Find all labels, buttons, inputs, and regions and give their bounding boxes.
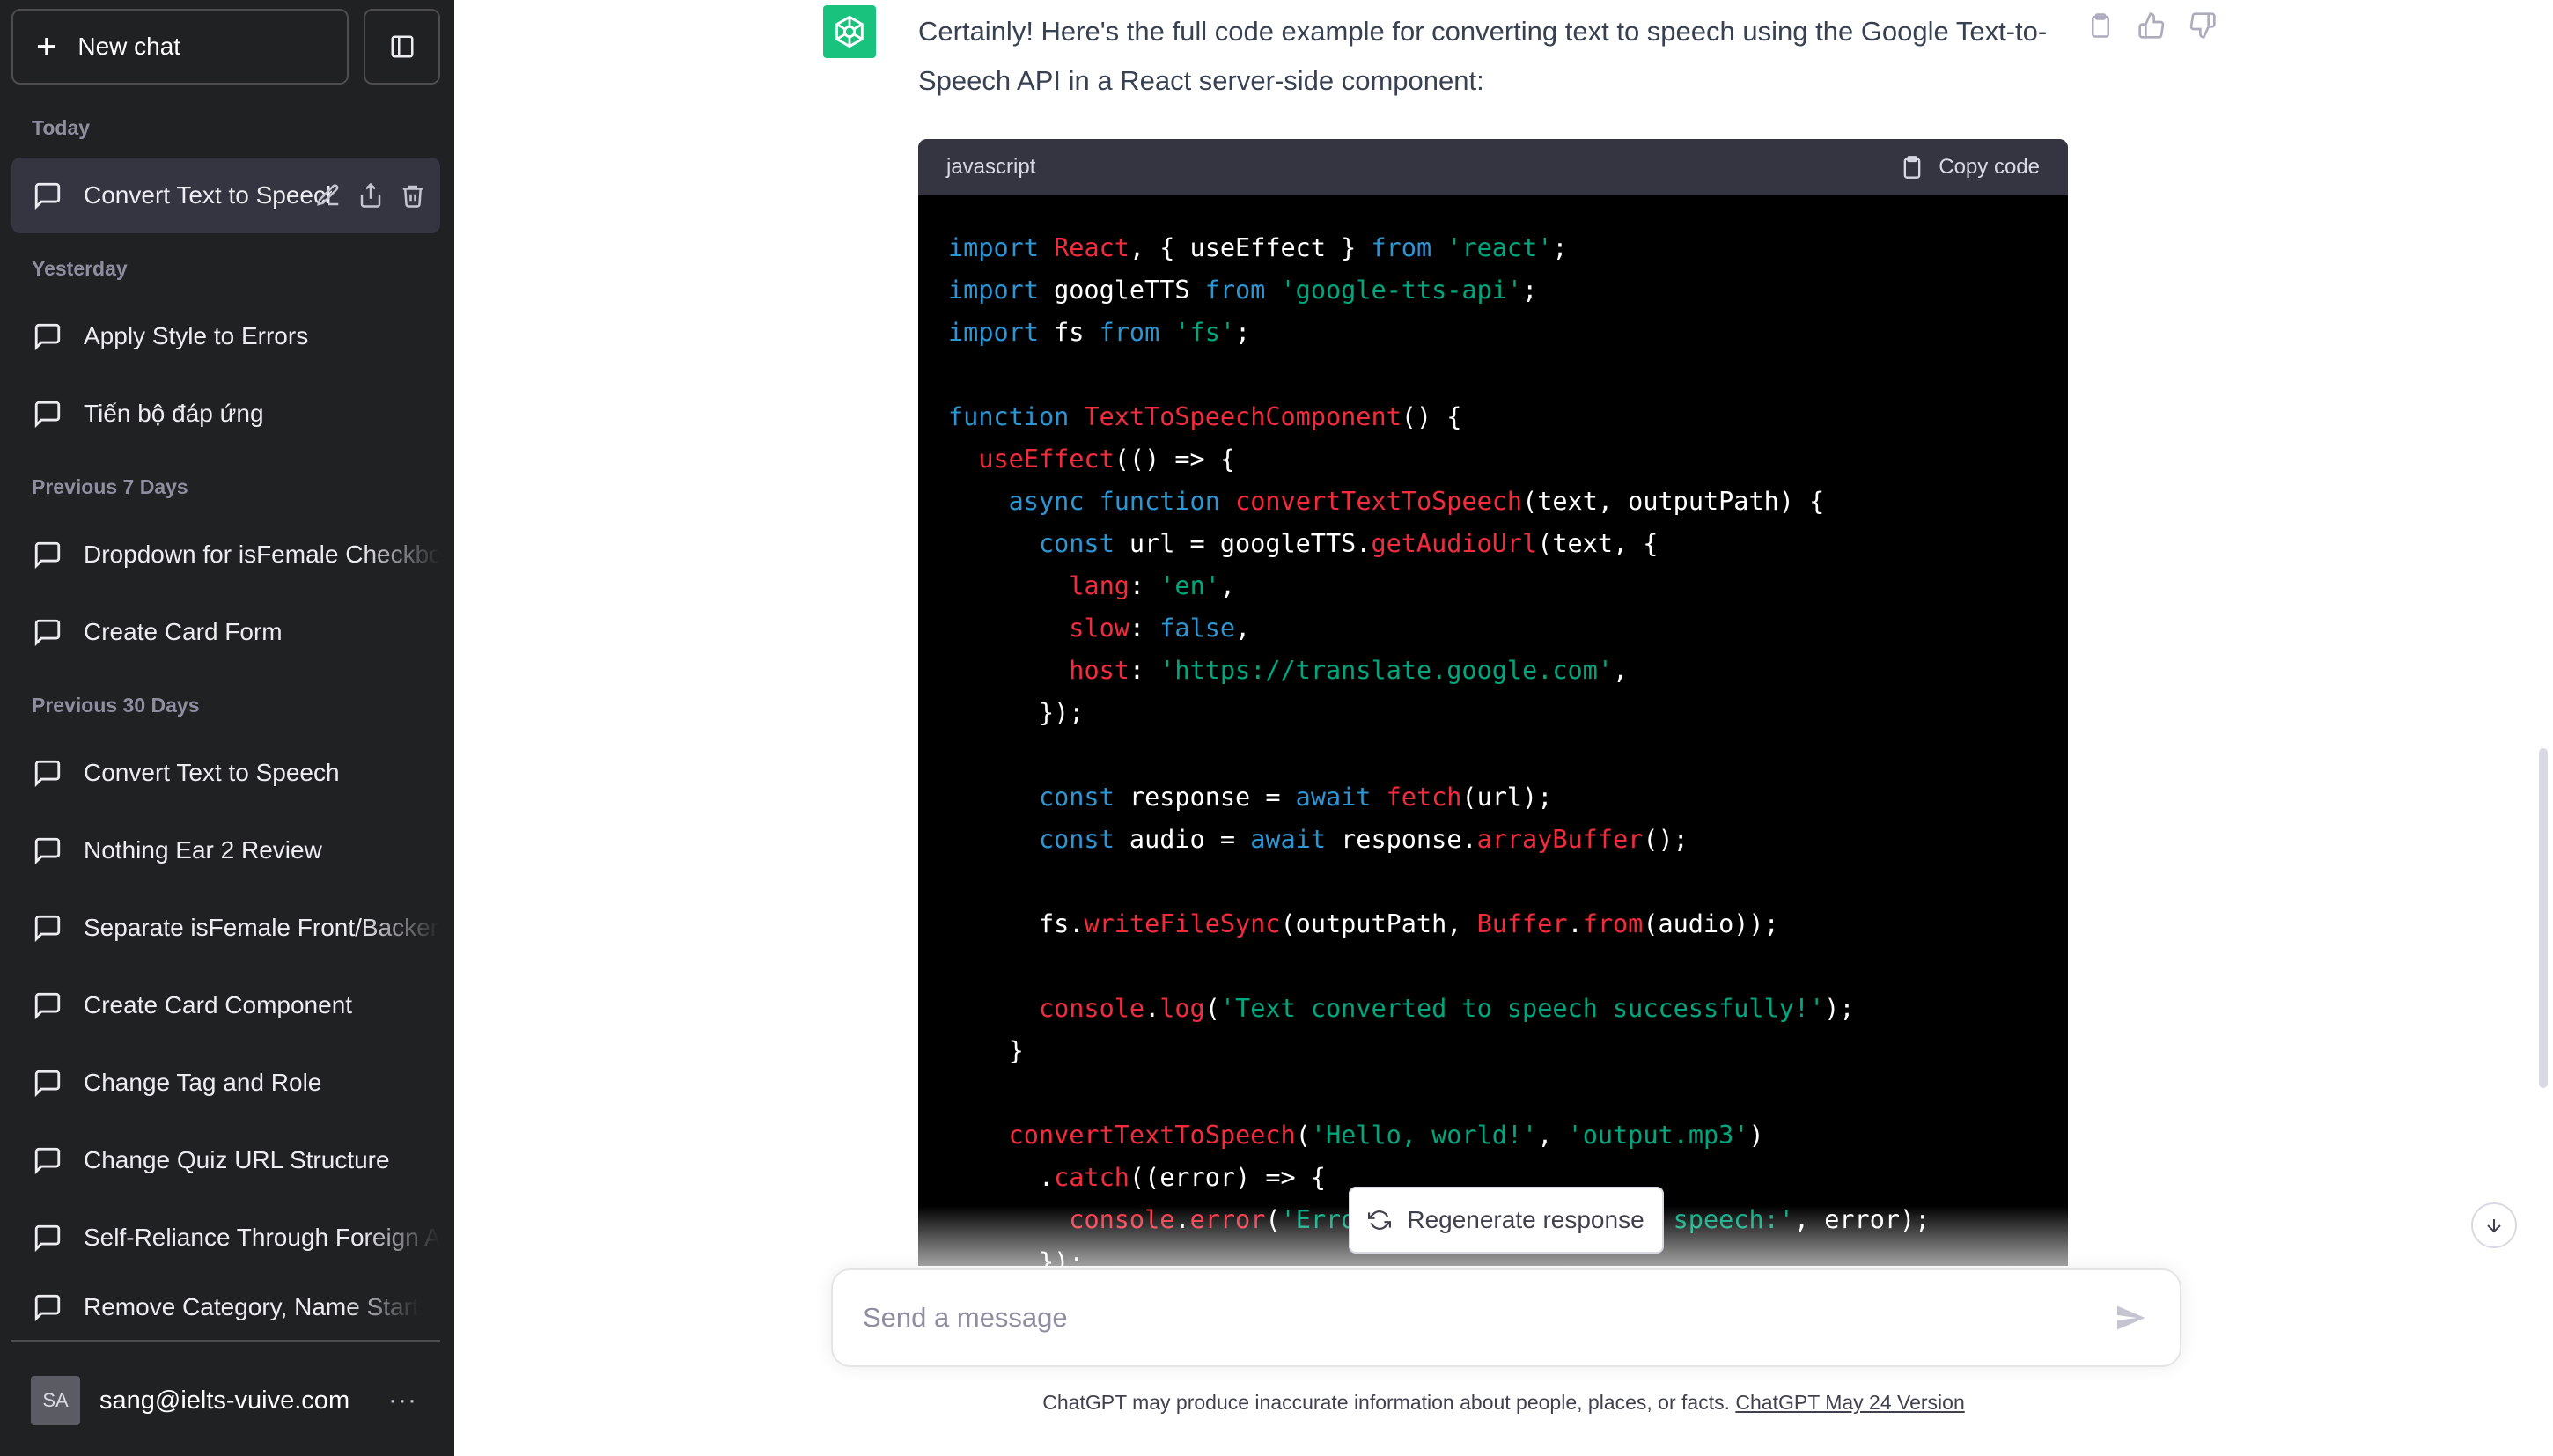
sidebar-chat-item[interactable]: Convert Text to Speech [11, 735, 440, 811]
sidebar-chat-item[interactable]: Change Quiz URL Structure [11, 1122, 440, 1198]
openai-logo-icon [823, 5, 876, 58]
copy-code-label: Copy code [1939, 155, 2040, 179]
sidebar-chat-item[interactable]: Create Card Form [11, 594, 440, 670]
chat-bubble-icon [34, 915, 61, 943]
pencil-icon[interactable] [313, 180, 343, 210]
more-options-icon[interactable]: ··· [388, 1386, 417, 1416]
chat-item-label: Self-Reliance Through Foreign Aid [84, 1224, 440, 1251]
section-label-yesterday: Yesterday [32, 257, 128, 280]
chat-item-label: Nothing Ear 2 Review [84, 836, 322, 864]
chat-item-label: Create Card Form [84, 618, 283, 645]
chat-bubble-icon [34, 1147, 61, 1175]
send-button[interactable] [2111, 1298, 2150, 1337]
sidebar-chat-item[interactable]: Remove Category, Name Start [11, 1277, 440, 1337]
sidebar: + New chat Today Convert Text to Speech … [0, 0, 454, 1456]
section-label-today: Today [32, 116, 91, 139]
code-header: javascript Copy code [918, 139, 2068, 195]
version-link[interactable]: ChatGPT May 24 Version [1735, 1391, 1964, 1414]
copy-code-button[interactable]: Copy code [1900, 154, 2040, 180]
message-actions [2086, 11, 2217, 40]
chat-item-label: Change Tag and Role [84, 1069, 322, 1096]
user-email: sang@ielts-vuive.com [99, 1386, 350, 1415]
footer-disclaimer: ChatGPT may produce inaccurate informati… [454, 1391, 2553, 1415]
sidebar-toggle-button[interactable] [364, 9, 440, 85]
chat-item-label: Change Quiz URL Structure [84, 1146, 390, 1173]
sidebar-chat-item[interactable]: Dropdown for isFemale Checkbox [11, 517, 440, 592]
chat-bubble-icon [34, 1294, 61, 1322]
sidebar-chat-item[interactable]: Nothing Ear 2 Review [11, 813, 440, 888]
chat-item-label: Convert Text to Speech [84, 181, 332, 209]
chat-bubble-icon [34, 541, 61, 570]
regenerate-label: Regenerate response [1407, 1206, 1644, 1233]
sidebar-chat-item[interactable]: Self-Reliance Through Foreign Aid [11, 1200, 440, 1276]
sidebar-toggle-icon [391, 35, 413, 58]
new-chat-button[interactable]: + New chat [11, 9, 349, 85]
chat-item-label: Apply Style to Errors [84, 322, 309, 349]
plus-icon: + [36, 27, 57, 66]
disclaimer-text: ChatGPT may produce inaccurate informati… [1042, 1391, 1736, 1414]
code-language-label: javascript [946, 155, 1036, 179]
scroll-to-bottom-button[interactable] [2471, 1202, 2517, 1248]
sidebar-divider [11, 1340, 440, 1342]
sidebar-chat-item[interactable]: Tiến bộ đáp ứng [11, 376, 440, 452]
clipboard-icon[interactable] [2086, 11, 2115, 40]
regenerate-response-button[interactable]: Regenerate response [1349, 1187, 1664, 1254]
chat-bubble-icon [34, 992, 61, 1020]
share-icon[interactable] [356, 180, 386, 210]
message-composer [831, 1268, 2181, 1367]
section-label-previous-30-days: Previous 30 Days [32, 694, 200, 717]
thumbs-up-icon[interactable] [2137, 11, 2166, 40]
new-chat-label: New chat [77, 33, 181, 60]
send-icon [2117, 1305, 2145, 1330]
arrow-down-icon [2487, 1219, 2501, 1233]
code-content: import React, { useEffect } from 'react'… [948, 233, 1931, 1266]
refresh-icon [1368, 1210, 1392, 1230]
chat-bubble-icon [34, 1070, 61, 1098]
assistant-message-text: Certainly! Here's the full code example … [918, 16, 2048, 96]
chat-bubble-icon [34, 182, 61, 210]
sidebar-chat-item[interactable]: Create Card Component [11, 967, 440, 1043]
chat-item-label: Dropdown for isFemale Checkbox [84, 540, 440, 568]
chat-item-actions [313, 158, 428, 233]
avatar: SA [31, 1376, 80, 1425]
chat-item-label: Create Card Component [84, 991, 353, 1018]
chat-item-label: Tiến bộ đáp ứng [84, 400, 264, 427]
chat-bubble-icon [34, 401, 61, 429]
message-input[interactable] [863, 1302, 2111, 1334]
section-label-previous-7-days: Previous 7 Days [32, 475, 188, 498]
sidebar-chat-item[interactable]: Separate isFemale Front/Backend [11, 890, 440, 966]
sidebar-chat-item[interactable]: Apply Style to Errors [11, 298, 440, 374]
chat-bubble-icon [34, 760, 61, 788]
clipboard-icon [1903, 156, 1921, 179]
chat-bubble-icon [34, 837, 61, 865]
chat-item-label: Remove Category, Name Start [84, 1293, 419, 1320]
sidebar-chat-item[interactable]: Change Tag and Role [11, 1045, 440, 1121]
thumbs-down-icon[interactable] [2189, 11, 2217, 40]
sidebar-chat-item[interactable]: Convert Text to Speech [11, 158, 440, 233]
chat-item-label: Separate isFemale Front/Backend [84, 914, 440, 941]
chat-bubble-icon [34, 323, 61, 351]
trash-icon[interactable] [398, 180, 428, 210]
chat-bubble-icon [34, 1224, 61, 1253]
chat-item-label: Convert Text to Speech [84, 759, 340, 786]
code-block: javascript Copy code import React, { use… [918, 139, 2068, 1266]
chat-bubble-icon [34, 619, 61, 647]
user-menu[interactable]: SA sang@ielts-vuive.com ··· [11, 1361, 440, 1440]
scrollbar[interactable] [2539, 748, 2548, 1088]
